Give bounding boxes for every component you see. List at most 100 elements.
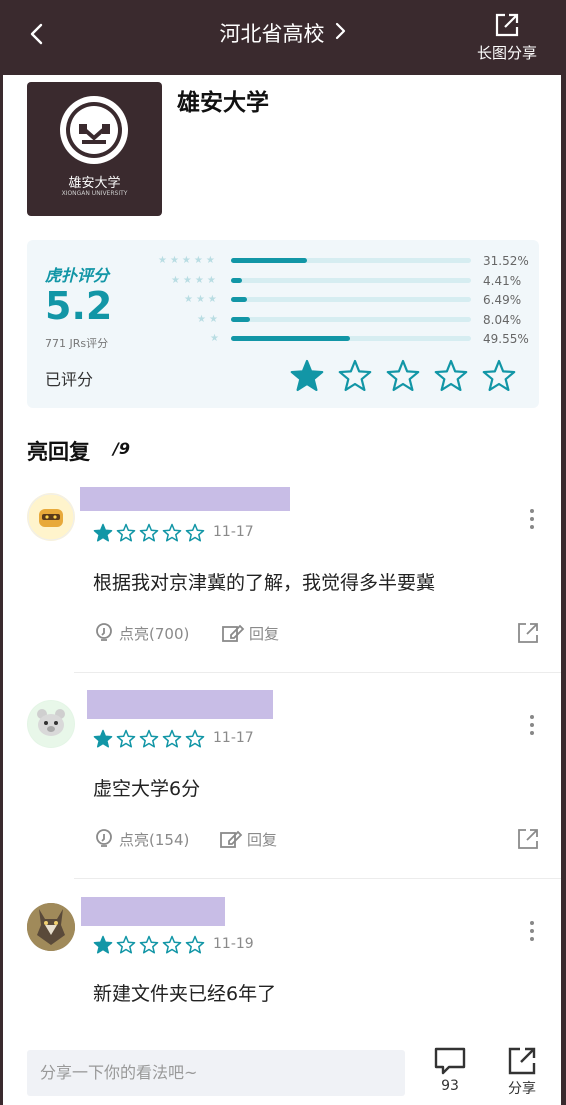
star-filled-icon: [93, 935, 113, 954]
long-image-share-button[interactable]: 长图分享: [472, 12, 542, 63]
share-external-icon: [495, 13, 519, 37]
logo-subtext: XIONGAN UNIVERSITY: [61, 190, 128, 197]
distribution-percent: 49.55%: [483, 332, 529, 346]
like-label: 点亮(154): [119, 830, 190, 849]
user-rating-stars[interactable]: [289, 358, 519, 394]
lightbulb-icon: [96, 829, 112, 847]
distribution-bar: [231, 336, 471, 341]
star-outline-icon: [162, 935, 182, 954]
distribution-percent: 8.04%: [483, 312, 522, 327]
bear-avatar[interactable]: [27, 700, 75, 748]
bottom-bar: 分享一下你的看法吧~ 93 分享: [3, 1040, 561, 1105]
lightbulb-icon: [96, 623, 112, 641]
star-outline-icon: [185, 729, 205, 748]
reply-item: 11-17 根据我对京津冀的了解，我觉得多半要冀 点亮(700) 回复: [3, 485, 561, 675]
chevron-right-icon: [333, 19, 347, 51]
mini-stars-icon: ★: [210, 333, 222, 344]
wolf-avatar[interactable]: [27, 903, 75, 951]
reply-button[interactable]: 回复: [219, 828, 277, 850]
distribution-bar: [231, 277, 471, 283]
star-outline-icon: [185, 523, 205, 542]
share-label: 长图分享: [476, 44, 537, 62]
star-outline-icon[interactable]: [337, 358, 373, 394]
distribution-bar: [231, 297, 471, 302]
share-external-icon: [518, 623, 538, 643]
top-bar: 河北省高校 长图分享: [0, 0, 566, 74]
app-screen: 河北省高校 长图分享 雄安大学 XIONGAN UNIVERSITY 雄安大学: [0, 0, 566, 1105]
school-name: 雄安大学: [177, 90, 269, 116]
like-label: 点亮(700): [119, 624, 190, 643]
replies-title: 亮回复: [27, 440, 90, 464]
school-logo: 雄安大学 XIONGAN UNIVERSITY: [27, 82, 162, 216]
rated-status: 已评分: [45, 370, 94, 389]
reply-date: 11-19: [213, 936, 254, 952]
distribution-percent: 31.52%: [483, 254, 529, 268]
page-title: 河北省高校: [219, 22, 325, 46]
star-outline-icon: [139, 729, 159, 748]
reply-button[interactable]: 回复: [221, 622, 279, 644]
more-options-icon[interactable]: [527, 920, 537, 946]
share-button[interactable]: [517, 622, 539, 644]
star-filled-icon[interactable]: [289, 358, 325, 394]
distribution-bar-fill: [231, 336, 350, 341]
mini-stars-icon: ★★★★★: [158, 255, 218, 266]
distribution-bar-fill: [231, 258, 307, 263]
comment-bubble-icon: [434, 1047, 466, 1075]
username-redacted: [80, 487, 290, 511]
reply-label: 回复: [249, 624, 280, 643]
more-options-icon[interactable]: [527, 714, 537, 740]
star-outline-icon: [162, 523, 182, 542]
reply-date: 11-17: [213, 730, 254, 746]
reply-text: 根据我对京津冀的了解，我觉得多半要冀: [93, 572, 436, 594]
rating-distribution-row: ★★★★★ 31.52%: [157, 253, 532, 269]
edit-icon: [222, 624, 245, 642]
comment-input[interactable]: 分享一下你的看法吧~: [27, 1050, 405, 1096]
distribution-percent: 4.41%: [483, 273, 522, 288]
rating-label: 虎扑评分: [45, 266, 110, 285]
star-outline-icon[interactable]: [481, 358, 517, 394]
star-outline-icon: [116, 729, 136, 748]
edit-icon: [220, 830, 243, 848]
rating-count: 771 JRs评分: [45, 337, 109, 350]
share-external-icon: [508, 1047, 536, 1075]
star-outline-icon[interactable]: [433, 358, 469, 394]
share-button-bottom[interactable]: 分享: [497, 1046, 547, 1098]
star-outline-icon: [116, 935, 136, 954]
reply-date: 11-17: [213, 524, 254, 540]
star-outline-icon[interactable]: [385, 358, 421, 394]
reply-label: 回复: [247, 830, 278, 849]
comments-button[interactable]: 93: [425, 1046, 475, 1094]
star-filled-icon: [93, 729, 113, 748]
mini-stars-icon: ★★★★: [171, 274, 219, 286]
like-button[interactable]: 点亮(700): [93, 622, 189, 644]
reply-item: 11-17 虚空大学6分 点亮(154) 回复: [3, 690, 561, 880]
rating-card: 虎扑评分 5.2 771 JRs评分 已评分 ★★★★★ 31.52% ★★★★ 4.…: [27, 240, 539, 408]
distribution-percent: 6.49%: [483, 293, 522, 307]
divider: [74, 672, 561, 673]
reply-text: 虚空大学6分: [93, 778, 201, 800]
rating-distribution-row: ★★★★ 4.41%: [157, 273, 532, 289]
more-options-icon[interactable]: [527, 508, 537, 534]
mini-stars-icon: ★★: [197, 313, 221, 325]
username-redacted: [87, 690, 273, 719]
star-outline-icon: [139, 935, 159, 954]
robot-avatar[interactable]: [27, 493, 75, 541]
replies-count: /9: [113, 439, 130, 458]
rating-distribution-row: ★★★ 6.49%: [157, 292, 532, 308]
divider: [74, 878, 561, 879]
rating-distribution-row: ★ 49.55%: [157, 331, 532, 347]
username-redacted: [81, 897, 225, 926]
comment-count: 93: [441, 1078, 459, 1094]
reply-item: 11-19 新建文件夹已经6年了: [3, 897, 561, 1037]
share-label-bottom: 分享: [508, 1081, 536, 1097]
mini-stars-icon: ★★★: [184, 294, 220, 305]
distribution-bar-fill: [231, 316, 251, 322]
distribution-bar: [231, 316, 471, 322]
share-button[interactable]: [517, 828, 539, 850]
like-button[interactable]: 点亮(154): [93, 828, 189, 850]
distribution-bar-fill: [231, 277, 242, 283]
rating-distribution-row: ★★ 8.04%: [157, 312, 532, 328]
reply-text: 新建文件夹已经6年了: [93, 983, 277, 1005]
star-outline-icon: [139, 523, 159, 542]
share-external-icon: [518, 829, 538, 849]
